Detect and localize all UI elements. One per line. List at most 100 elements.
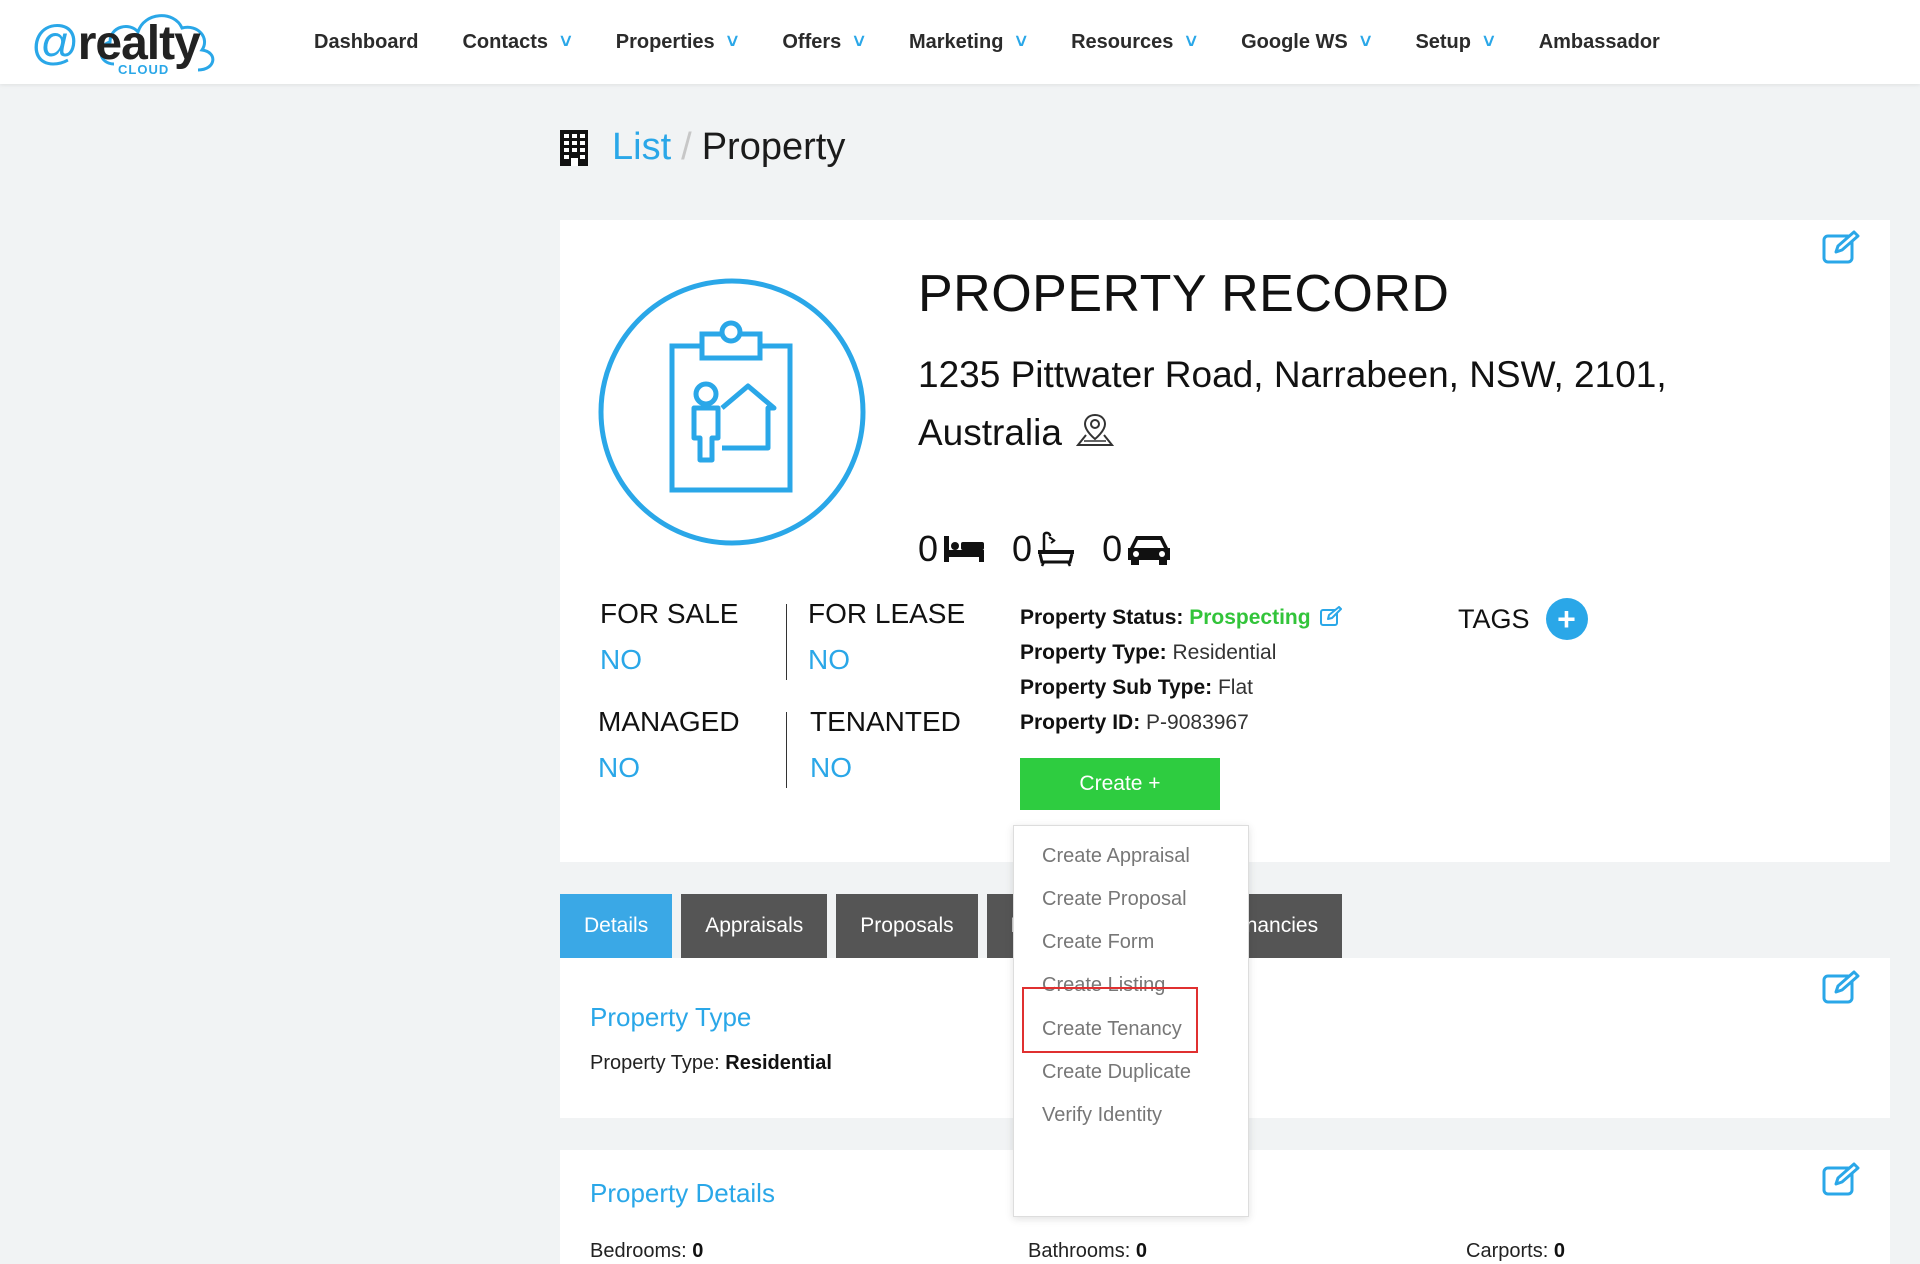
breadcrumb-current: Property	[701, 126, 846, 168]
property-address: 1235 Pittwater Road, Narrabeen, NSW, 210…	[918, 346, 1718, 462]
property-type-detail-label: Property Type:	[590, 1052, 720, 1074]
menu-item-create-appraisal[interactable]: Create Appraisal	[1014, 833, 1250, 879]
carports-spec: 0	[1102, 528, 1172, 570]
main-nav: Dashboard Contacts ˅ Properties ˅ Offers ˅ Mark…	[314, 0, 1704, 84]
menu-item-create-form[interactable]: Create Form	[1014, 920, 1250, 966]
chevron-down-icon: ˅	[1185, 30, 1198, 53]
bedrooms-detail-label: Bedrooms:	[590, 1240, 687, 1262]
building-icon	[560, 129, 588, 166]
carports-detail: Carports: 0	[1466, 1240, 1565, 1263]
property-attributes: Property Status: Prospecting Property Ty…	[1020, 600, 1343, 740]
logo-subtext: CLOUD	[118, 62, 170, 77]
menu-item-verify-identity[interactable]: Verify Identity	[1014, 1093, 1250, 1139]
map-location-icon[interactable]	[1076, 411, 1115, 449]
carports-detail-label: Carports:	[1466, 1240, 1549, 1262]
chevron-down-icon: ˅	[560, 30, 572, 53]
carports-count: 0	[1102, 528, 1123, 569]
tab-details[interactable]: Details	[560, 894, 673, 958]
tenanted-label: TENANTED	[810, 706, 961, 737]
bathrooms-detail-label: Bathrooms:	[1028, 1240, 1131, 1262]
nav-contacts[interactable]: Contacts ˅	[462, 31, 571, 54]
nav-dashboard[interactable]: Dashboard	[314, 31, 418, 54]
nav-label: Marketing	[908, 30, 1004, 53]
property-status-label: Property Status:	[1020, 606, 1184, 629]
nav-offers[interactable]: Offers ˅	[782, 31, 865, 54]
property-type-detail-value: Residential	[725, 1052, 832, 1074]
logo-wordmark: @realty	[30, 17, 201, 70]
tenanted-value: NO	[810, 752, 852, 783]
breadcrumb: List / Property	[558, 126, 845, 169]
edit-property-type-icon[interactable]	[1822, 970, 1860, 1004]
property-type-label: Property Type:	[1020, 641, 1167, 664]
chevron-down-icon: ˅	[726, 30, 739, 53]
nav-label: Setup	[1415, 30, 1471, 53]
record-title: PROPERTY RECORD	[918, 265, 1450, 323]
bathrooms-detail: Bathrooms: 0	[1028, 1240, 1147, 1263]
status-flags: FOR SALE NO FOR LEASE NO MANAGED NO TENA…	[598, 598, 980, 798]
property-id-label: Property ID:	[1020, 711, 1141, 734]
create-button[interactable]: Create +	[1020, 758, 1220, 810]
bathrooms-count: 0	[1012, 528, 1033, 569]
managed-value: NO	[598, 752, 640, 783]
edit-record-icon[interactable]	[1822, 230, 1860, 264]
add-tag-button[interactable]: +	[1545, 598, 1588, 640]
managed-flag: MANAGED NO	[598, 706, 740, 784]
property-status-value: Prospecting	[1189, 606, 1311, 629]
tenanted-flag: TENANTED NO	[810, 706, 961, 784]
nav-label: Dashboard	[314, 30, 419, 53]
edit-property-details-icon[interactable]	[1822, 1162, 1860, 1196]
property-subtype-row: Property Sub Type: Flat	[1020, 670, 1342, 705]
nav-label: Resources	[1071, 30, 1174, 53]
nav-google-ws[interactable]: Google WS ˅	[1241, 31, 1371, 54]
chevron-down-icon: ˅	[1359, 30, 1372, 53]
breadcrumb-list-link[interactable]: List	[612, 126, 671, 169]
nav-label: Ambassador	[1538, 30, 1660, 53]
bedrooms-spec: 0	[918, 528, 986, 570]
for-sale-flag: FOR SALE NO	[600, 598, 738, 676]
create-dropdown-menu: Create Appraisal Create Proposal Create Fo…	[1013, 825, 1249, 1217]
nav-resources[interactable]: Resources ˅	[1071, 31, 1197, 54]
top-navbar: @realty CLOUD Dashboard Contacts ˅ Properti…	[0, 0, 1920, 84]
tab-appraisals[interactable]: Appraisals	[681, 894, 828, 958]
chevron-down-icon: ˅	[1483, 30, 1495, 53]
for-sale-value: NO	[600, 644, 642, 675]
menu-item-create-tenancy[interactable]: Create Tenancy	[1014, 1006, 1250, 1052]
tab-proposals[interactable]: Proposals	[836, 894, 978, 958]
property-type-row: Property Type: Residential	[1020, 635, 1342, 670]
bedrooms-detail-value: 0	[692, 1240, 704, 1262]
nav-ambassador[interactable]: Ambassador	[1539, 31, 1660, 54]
nav-setup[interactable]: Setup ˅	[1415, 31, 1494, 54]
property-type-line: Property Type: Residential	[590, 1052, 832, 1075]
property-details-section-title: Property Details	[590, 1178, 775, 1208]
realty-cloud-logo[interactable]: @realty CLOUD	[30, 4, 215, 78]
nav-label: Google WS	[1241, 30, 1348, 53]
for-lease-flag: FOR LEASE NO	[808, 598, 965, 676]
bathrooms-spec: 0	[1012, 528, 1076, 570]
bedrooms-count: 0	[918, 528, 939, 569]
bathtub-icon	[1038, 531, 1075, 567]
property-type-section-title: Property Type	[590, 1002, 752, 1032]
nav-properties[interactable]: Properties ˅	[616, 31, 739, 54]
bedrooms-detail: Bedrooms: 0	[590, 1240, 703, 1263]
flag-divider	[786, 604, 787, 680]
for-lease-value: NO	[808, 644, 850, 675]
car-icon	[1128, 536, 1171, 565]
edit-status-icon[interactable]	[1320, 606, 1343, 626]
for-lease-label: FOR LEASE	[808, 598, 966, 629]
bathrooms-detail-value: 0	[1135, 1240, 1147, 1262]
bed-icon	[944, 536, 985, 562]
tags-section: TAGS +	[1458, 598, 1588, 640]
breadcrumb-separator: /	[681, 126, 692, 168]
nav-label: Contacts	[462, 30, 549, 53]
property-record-icon	[598, 278, 866, 546]
property-id-row: Property ID: P-9083967	[1020, 705, 1342, 740]
menu-item-create-listing[interactable]: Create Listing	[1014, 963, 1250, 1009]
nav-marketing[interactable]: Marketing ˅	[909, 31, 1027, 54]
plus-icon: +	[1557, 600, 1576, 637]
address-line-1: 1235 Pittwater Road, Narrabeen, NSW, 210…	[918, 354, 1667, 395]
menu-item-create-duplicate[interactable]: Create Duplicate	[1014, 1050, 1250, 1096]
property-type-value: Residential	[1172, 641, 1277, 664]
nav-label: Offers	[782, 30, 842, 53]
menu-item-create-proposal[interactable]: Create Proposal	[1014, 876, 1250, 922]
carports-detail-value: 0	[1553, 1240, 1565, 1262]
